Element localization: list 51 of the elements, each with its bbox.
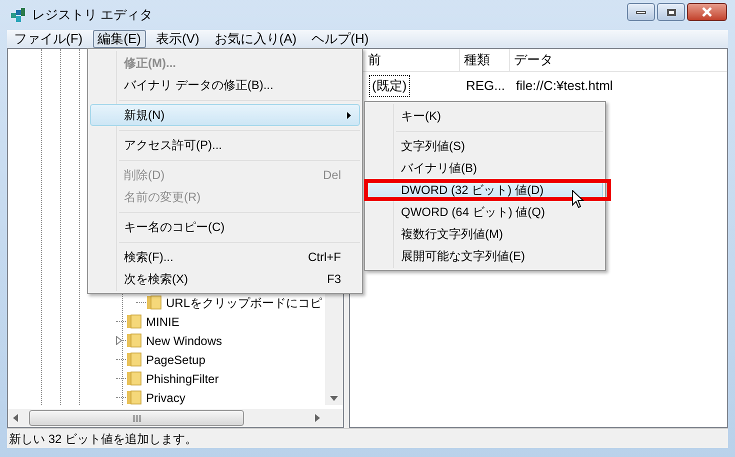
registry-cubes-icon xyxy=(10,7,26,23)
close-icon xyxy=(701,7,713,17)
scroll-down-arrow-icon[interactable] xyxy=(330,396,338,401)
grip-icon xyxy=(132,414,140,422)
menu-item[interactable]: ヘルプ(H) xyxy=(306,30,374,48)
folder-icon xyxy=(126,352,142,367)
scroll-left-arrow-icon[interactable] xyxy=(13,414,18,422)
expand-arrow-icon[interactable] xyxy=(116,336,122,345)
tree-item[interactable]: MINIE xyxy=(146,312,180,330)
menu-item[interactable]: ファイル(F) xyxy=(9,30,88,48)
folder-icon xyxy=(126,314,142,329)
folder-icon xyxy=(126,390,142,405)
tree-item[interactable]: PageSetup xyxy=(146,350,206,368)
menu-item[interactable]: お気に入り(A) xyxy=(209,30,302,48)
list-cell-text: file://C:¥test.html xyxy=(515,77,614,96)
menu-item[interactable]: 展開可能な文字列値(E) xyxy=(367,245,603,267)
menu-item[interactable]: アクセス許可(P)... xyxy=(90,134,360,156)
mouse-pointer-icon xyxy=(572,190,584,209)
column-header[interactable]: 種類 xyxy=(460,49,510,71)
close-button[interactable] xyxy=(687,3,727,21)
menu-item[interactable]: キー(K) xyxy=(367,105,603,127)
menu-item[interactable]: 検索(F)... Ctrl+F xyxy=(90,246,360,268)
menu-item[interactable]: 次を検索(X) F3 xyxy=(90,268,360,290)
horizontal-scrollbar[interactable] xyxy=(8,409,325,427)
menu-item[interactable]: 新規(N) xyxy=(90,104,360,126)
maximize-button[interactable] xyxy=(657,3,685,21)
menu-item[interactable]: 編集(E) xyxy=(92,30,146,48)
tree-item[interactable]: PhishingFilter xyxy=(146,370,219,388)
menu-item[interactable]: QWORD (64 ビット) 値(Q) xyxy=(367,201,603,223)
tree-item[interactable]: URLをクリップボードにコピ xyxy=(166,294,322,312)
folder-icon xyxy=(126,333,142,348)
menu-item[interactable]: バイナリ値(B) xyxy=(367,157,603,179)
menu-item[interactable]: 文字列値(S) xyxy=(367,135,603,157)
scroll-right-arrow-icon[interactable] xyxy=(315,414,320,422)
maximize-icon xyxy=(666,8,676,16)
scrollbar-thumb[interactable] xyxy=(29,410,244,426)
list-cell: (既定) xyxy=(370,76,409,96)
tree-item[interactable]: New Windows xyxy=(146,332,222,350)
menu-item[interactable]: 表示(V) xyxy=(150,30,204,48)
menu-item[interactable]: キー名のコピー(C) xyxy=(90,216,360,238)
folder-icon xyxy=(126,371,142,386)
window-title: レジストリ エディタ xyxy=(32,6,153,24)
menu-item[interactable]: 複数行文字列値(M) xyxy=(367,223,603,245)
menu-item[interactable]: バイナリ データの修正(B)... xyxy=(90,74,360,96)
tree-item[interactable]: Privacy xyxy=(146,388,186,405)
list-cell-text: REG... xyxy=(465,77,506,96)
minimize-button[interactable] xyxy=(627,3,655,21)
status-text: 新しい 32 ビット値を追加します。 xyxy=(9,430,198,448)
folder-icon xyxy=(146,295,162,310)
column-header[interactable]: データ xyxy=(510,49,727,71)
minimize-icon xyxy=(636,10,646,14)
